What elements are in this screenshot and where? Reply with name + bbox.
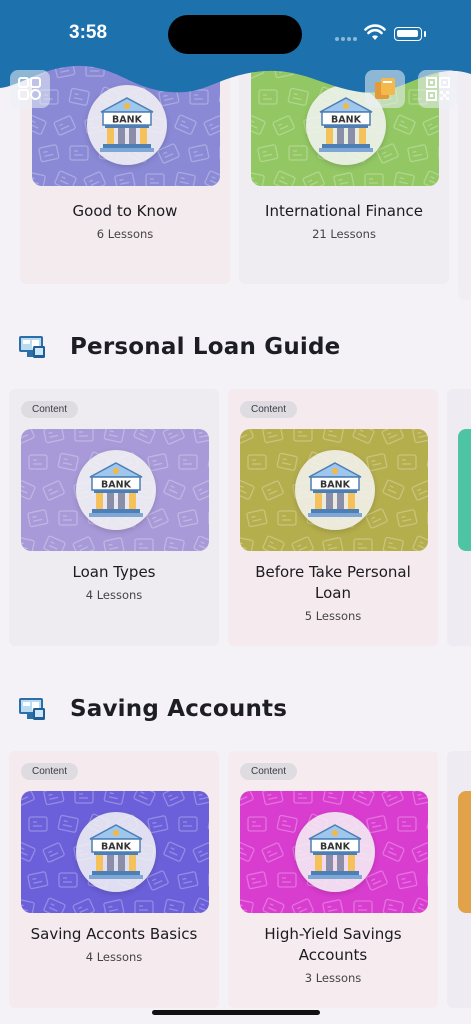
lesson-count: 4 Lessons <box>85 588 143 602</box>
home-indicator[interactable] <box>152 1010 320 1015</box>
course-thumbnail: BANK <box>240 791 428 913</box>
content-chip: Content <box>240 763 298 780</box>
status-time: 3:58 <box>69 22 108 43</box>
battery-tip <box>424 31 426 37</box>
course-card[interactable]: Content <box>228 389 438 646</box>
lesson-count: 6 Lessons <box>96 227 154 241</box>
section-header: Saving Accounts <box>18 696 287 722</box>
course-thumbnail: BANK <box>21 429 209 551</box>
bank-badge: BANK <box>76 812 156 892</box>
course-title: Loan Types <box>72 563 156 581</box>
grid-menu-icon <box>18 77 41 100</box>
bank-icon: BANK <box>308 824 362 879</box>
course-card[interactable]: Content <box>9 389 219 646</box>
course-card[interactable]: Content <box>228 751 438 1008</box>
book-button[interactable] <box>365 70 405 108</box>
course-title: High-Yield Savings Accounts <box>264 925 402 964</box>
section-title: Saving Accounts <box>70 696 288 722</box>
bank-badge: BANK <box>76 450 156 530</box>
section-title: Personal Loan Guide <box>70 334 341 360</box>
course-card[interactable]: Content <box>9 751 219 1008</box>
svg-text:BANK: BANK <box>112 115 143 126</box>
signal-icon <box>335 37 357 41</box>
lesson-count: 21 Lessons <box>312 227 376 241</box>
card-peek[interactable] <box>447 389 471 646</box>
content-chip: Content <box>240 401 298 418</box>
qr-button[interactable] <box>418 70 458 108</box>
svg-text:BANK: BANK <box>320 842 351 853</box>
course-title: International Finance <box>265 202 423 220</box>
bank-badge: BANK <box>295 450 375 530</box>
svg-text:BANK: BANK <box>101 480 132 491</box>
svg-text:BANK: BANK <box>331 115 362 126</box>
book-icon <box>375 78 395 99</box>
section-header: Personal Loan Guide <box>18 334 340 360</box>
battery-icon <box>394 27 422 41</box>
svg-text:BANK: BANK <box>320 480 351 491</box>
course-title: Before Take Personal Loan <box>255 563 411 602</box>
content-chip: Content <box>21 763 79 780</box>
bank-badge: BANK <box>295 812 375 892</box>
card-peek[interactable] <box>447 751 471 1008</box>
lesson-count: 5 Lessons <box>304 609 362 623</box>
computer-screen-icon <box>19 336 45 358</box>
content-chip: Content <box>21 401 79 418</box>
course-title: Good to Know <box>72 202 178 220</box>
bank-icon: BANK <box>89 462 143 517</box>
menu-button[interactable] <box>10 70 50 108</box>
wifi-icon <box>364 24 386 40</box>
course-thumbnail: BANK <box>240 429 428 551</box>
lesson-count: 3 Lessons <box>304 971 362 985</box>
svg-text:BANK: BANK <box>101 842 132 853</box>
course-title: Saving Acconts Basics <box>30 925 198 943</box>
bank-icon: BANK <box>308 462 362 517</box>
qr-code-icon <box>426 77 450 101</box>
computer-screen-icon <box>19 698 45 720</box>
dynamic-island <box>168 15 302 54</box>
lesson-count: 4 Lessons <box>85 950 143 964</box>
bank-icon: BANK <box>89 824 143 879</box>
course-thumbnail: BANK <box>21 791 209 913</box>
